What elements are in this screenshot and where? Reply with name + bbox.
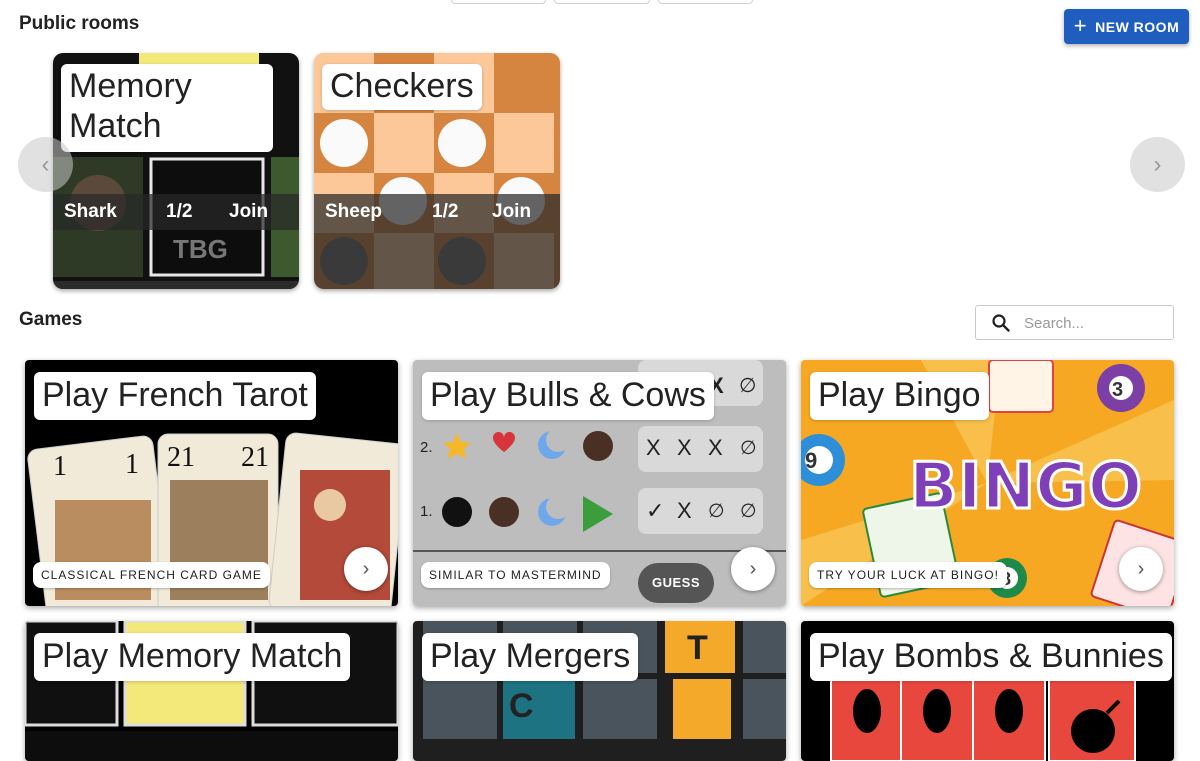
game-title: Play Bombs & Bunnies: [810, 633, 1172, 681]
game-card-bulls-cows[interactable]: GUESS X ∅ 2. 1. X X X ∅ ✓ X ∅ ∅ Play Bul…: [413, 360, 786, 606]
game-title: Play Memory Match: [34, 633, 351, 681]
svg-text:1: 1: [53, 451, 67, 482]
join-button[interactable]: Join: [229, 201, 268, 223]
room-info-bar: Shark 1/2 Join: [53, 194, 299, 230]
game-card-bingo[interactable]: BINGO 3 9 8 Play Bingo TRY YOUR LUCK AT …: [801, 360, 1174, 606]
room-host: Shark: [64, 201, 117, 222]
room-card-checkers[interactable]: Checkers Sheep 1/2 Join: [314, 53, 560, 289]
svg-text:TBG: TBG: [173, 234, 228, 264]
search-icon: [992, 314, 1010, 332]
game-title: Play Bulls & Cows: [422, 372, 714, 420]
game-card-memory-match[interactable]: Play Memory Match: [25, 621, 398, 761]
top-mark: ∅: [739, 375, 757, 397]
feedback-mark: X: [708, 435, 723, 460]
carousel-next-button[interactable]: ›: [1130, 137, 1185, 192]
game-next-button[interactable]: ›: [1119, 547, 1163, 591]
room-game-title: Memory Match: [61, 64, 273, 152]
tile-letter: T: [687, 629, 708, 667]
room-game-title-line1: Memory: [69, 67, 192, 105]
chevron-right-icon: ›: [362, 557, 370, 580]
new-room-button[interactable]: + NEW ROOM: [1064, 9, 1189, 44]
search-input[interactable]: [1022, 310, 1166, 336]
svg-text:21: 21: [241, 442, 269, 473]
games-title: Games: [19, 309, 83, 330]
game-title: Play Mergers: [422, 633, 639, 681]
svg-text:21: 21: [167, 442, 195, 473]
room-game-title: Checkers: [322, 64, 482, 110]
feedback-mark: ∅: [740, 501, 757, 522]
public-rooms-title: Public rooms: [19, 13, 140, 34]
search-field[interactable]: [975, 305, 1174, 340]
new-room-label: NEW ROOM: [1095, 18, 1180, 35]
room-host: Sheep: [325, 201, 383, 222]
chevron-left-icon: ‹: [41, 150, 50, 178]
bingo-ball-number: 3: [1112, 379, 1123, 401]
game-title: Play Bingo: [810, 372, 989, 420]
feedback-mark: X: [677, 435, 692, 460]
room-game-title-line2: Match: [69, 107, 162, 145]
svg-text:1: 1: [125, 449, 139, 480]
chevron-right-icon: ›: [1153, 150, 1162, 178]
chevron-right-icon: ›: [1137, 557, 1145, 580]
feedback-mark: X: [677, 498, 692, 523]
game-tag: CLASSICAL FRENCH CARD GAME: [33, 562, 270, 588]
row-number: 1.: [420, 503, 433, 520]
room-players: 1/2: [166, 201, 193, 222]
feedback-mark: X: [646, 435, 661, 460]
game-next-button[interactable]: ›: [344, 547, 388, 591]
bingo-ball-number: 9: [805, 448, 817, 473]
game-next-button[interactable]: ›: [731, 547, 775, 591]
feedback-mark: ∅: [740, 438, 757, 459]
feedback-mark: ∅: [708, 501, 725, 522]
chevron-right-icon: ›: [749, 557, 757, 580]
room-info-bar: Sheep 1/2 Join: [314, 194, 560, 289]
row-number: 2.: [420, 439, 433, 456]
bingo-art-word: BINGO: [909, 450, 1142, 524]
game-tag: SIMILAR TO MASTERMIND: [421, 562, 610, 588]
top-tab-2[interactable]: [554, 0, 650, 4]
room-players: 1/2: [432, 201, 459, 222]
top-tab-1[interactable]: [451, 0, 546, 4]
game-title: Play French Tarot: [34, 372, 316, 420]
game-card-bombs-bunnies[interactable]: Play Bombs & Bunnies: [801, 621, 1174, 761]
game-tag: TRY YOUR LUCK AT BINGO!: [809, 562, 1007, 588]
tile-letter: C: [509, 687, 534, 725]
top-tab-3[interactable]: [658, 0, 753, 4]
guess-button[interactable]: GUESS: [638, 575, 714, 590]
join-button[interactable]: Join: [492, 201, 531, 223]
plus-icon: +: [1073, 12, 1088, 38]
room-card-memory-match[interactable]: TBG Memory Match Shark 1/2 Join: [53, 53, 299, 289]
game-card-french-tarot[interactable]: 1 1 21 21 Play French Tarot CLASSICAL FR…: [25, 360, 398, 606]
game-card-mergers[interactable]: T C Play Mergers: [413, 621, 786, 761]
feedback-mark: ✓: [646, 498, 665, 523]
carousel-prev-button[interactable]: ‹: [18, 137, 73, 192]
